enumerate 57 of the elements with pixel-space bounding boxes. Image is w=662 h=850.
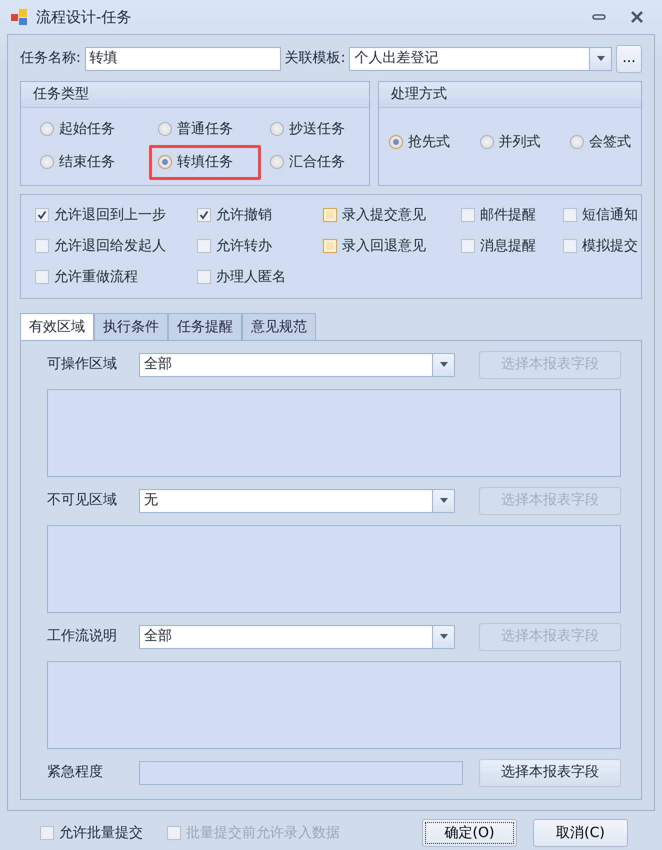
radio-option[interactable]: 抢先式	[385, 130, 454, 154]
checkbox-option[interactable]: 短信通知	[563, 204, 653, 226]
checkbox-option[interactable]: 允许批量提交	[40, 822, 143, 844]
radio-option[interactable]: 会签式	[566, 130, 635, 154]
checkbox-option[interactable]: 允许重做流程	[35, 266, 197, 288]
text-area[interactable]	[47, 660, 621, 748]
dialog-button[interactable]: 确定(O)	[422, 819, 517, 848]
text-area[interactable]	[47, 388, 621, 476]
checkbox-option[interactable]: 办理人匿名	[197, 266, 323, 288]
field-label: 紧急程度	[47, 763, 104, 782]
tab[interactable]: 执行条件	[94, 312, 168, 340]
dropdown-arrow-icon	[440, 362, 448, 367]
field-label: 可操作区域	[47, 355, 118, 374]
task-name-field[interactable]: 转填	[84, 46, 281, 70]
field-label: 不可见区域	[47, 491, 118, 510]
radio-option[interactable]: 起始任务	[31, 112, 149, 146]
tab[interactable]: 有效区域	[20, 312, 94, 340]
radio-option[interactable]: 并列式	[476, 130, 544, 154]
checkmark-icon	[199, 210, 209, 220]
checkbox-option[interactable]: 允许退回到上一步	[35, 204, 197, 226]
dropdown-arrow-icon	[440, 498, 448, 503]
dropdown-value: 全部	[144, 627, 172, 646]
checkbox-option[interactable]: 邮件提醒	[461, 204, 563, 226]
tab[interactable]: 任务提醒	[168, 312, 242, 340]
dropdown-value: 全部	[144, 355, 172, 374]
checkbox-option[interactable]: 录入提交意见	[323, 204, 461, 226]
minimize-icon	[592, 12, 606, 21]
dialog-button[interactable]: 取消(C)	[533, 819, 628, 848]
checkmark-icon	[37, 210, 47, 220]
checkbox-option[interactable]: 允许退回给发起人	[35, 236, 197, 256]
group-title: 处理方式	[379, 82, 641, 108]
checkbox-option[interactable]: 允许转办	[197, 236, 323, 256]
group-title: 任务类型	[21, 82, 369, 108]
field-label: 关联模板:	[284, 49, 346, 68]
radio-option[interactable]: 汇合任务	[261, 144, 361, 180]
dropdown-arrow-icon	[440, 634, 448, 639]
text-area[interactable]	[47, 524, 621, 612]
checkbox-option[interactable]: 允许撤销	[197, 204, 323, 226]
checkbox-option[interactable]: 模拟提交	[563, 236, 653, 256]
dropdown-value: 无	[144, 491, 158, 510]
radio-option[interactable]: 普通任务	[149, 112, 261, 146]
radio-option[interactable]: 抄送任务	[261, 112, 361, 146]
window-title: 流程设计-任务	[36, 6, 132, 28]
radio-option[interactable]: 转填任务	[149, 144, 261, 180]
field-label: 任务名称:	[20, 49, 81, 68]
checkbox-option[interactable]: 录入回退意见	[323, 236, 461, 256]
urgency-field[interactable]	[139, 760, 463, 784]
app-icon	[10, 8, 28, 26]
radio-option[interactable]: 结束任务	[31, 144, 149, 180]
dropdown-value: 个人出差登记	[354, 49, 438, 68]
close-icon	[630, 10, 644, 23]
browse-button[interactable]: ...	[616, 44, 642, 72]
dropdown-arrow-icon	[596, 56, 604, 61]
field-label: 工作流说明	[47, 627, 118, 646]
checkbox-option[interactable]: 消息提醒	[461, 236, 563, 256]
select-fields-button[interactable]: 选择本报表字段	[479, 758, 621, 786]
tab[interactable]: 意见规范	[242, 312, 316, 340]
